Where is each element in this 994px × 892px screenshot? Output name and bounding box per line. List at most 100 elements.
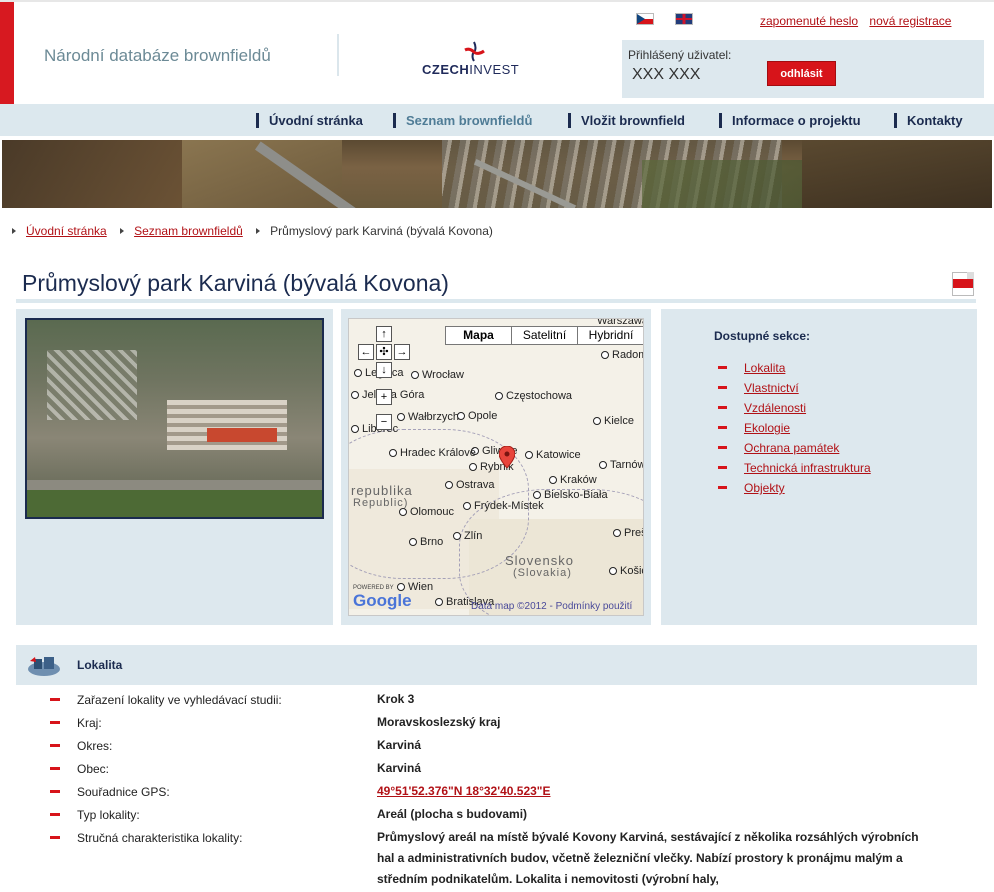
pan-center-icon[interactable]: ✣ [376,344,392,360]
nav-item-add-brownfield[interactable]: Vložit brownfield [568,113,685,128]
map-city: Hradec Králové [389,447,476,459]
czechinvest-logo[interactable]: CZECHINVEST [422,40,532,80]
pdf-export-icon[interactable] [952,272,974,296]
detail-label: Souřadnice GPS: [77,785,170,799]
row-bullet [50,767,60,770]
logged-user-name: XXX XXX [632,66,701,83]
map-city: Ostrava [445,479,495,491]
language-switcher [636,13,711,27]
pan-down-icon[interactable]: ↓ [376,362,392,378]
breadcrumb-current: Průmyslový park Karviná (bývalá Kovona) [254,224,493,238]
section-item: Vzdálenosti [718,400,871,420]
map-type-switcher: Mapa Satelitní Hybridní [445,326,643,345]
map-type-map[interactable]: Mapa [446,327,512,344]
map-city: Frýdek-Místek [463,500,544,512]
site-aerial-photo[interactable] [25,318,324,519]
forgot-password-link[interactable]: zapomenuté heslo [760,14,858,28]
section-item: Lokalita [718,360,871,380]
detail-value: Moravskoslezský kraj [377,715,501,729]
main-nav: Úvodní stránka Seznam brownfieldů Vložit… [0,104,994,136]
english-flag-icon[interactable] [675,13,694,25]
available-sections-panel: Dostupné sekce: Lokalita Vlastnictví Vzd… [661,309,977,625]
map-terms-link[interactable]: Data map ©2012 - Podmínky použití [471,601,632,612]
breadcrumb-item: Úvodní stránka [10,224,107,238]
pan-right-icon[interactable]: → [394,344,410,360]
detail-value: Karviná [377,738,422,752]
czech-flag-icon[interactable] [636,13,654,25]
row-bullet [50,813,60,816]
header-banner-image [2,140,992,208]
zoom-in-icon[interactable]: + [376,389,392,405]
map-country-label: republika [351,483,413,498]
detail-label: Obec: [77,762,110,776]
lokalita-section-title: Lokalita [77,658,123,672]
section-link-ochrana-pamatek[interactable]: Ochrana památek [744,441,839,455]
nav-item-contacts[interactable]: Kontakty [894,113,963,128]
map-city: Bielsko-Biała [533,489,608,501]
breadcrumb-link-home[interactable]: Úvodní stránka [26,224,107,238]
nav-item-home[interactable]: Úvodní stránka [256,113,363,128]
brand-stripe [0,2,14,106]
map-city: Prešov [613,527,643,539]
detail-value: 49°51'52.376"N 18°32'40.523"E [377,781,927,802]
map-city: Zlín [453,530,482,542]
sections-list: Lokalita Vlastnictví Vzdálenosti Ekologi… [718,360,871,500]
map-city: Częstochowa [495,390,572,402]
map-type-hybrid[interactable]: Hybridní [578,327,643,344]
row-bullet [50,790,60,793]
section-link-vlastnictvi[interactable]: Vlastnictví [744,381,799,395]
pan-up-icon[interactable]: ↑ [376,326,392,342]
gps-coordinates-link[interactable]: 49°51'52.376"N 18°32'40.523"E [377,784,550,798]
map-city: Kielce [593,415,634,427]
section-link-technicka-infrastruktura[interactable]: Technická infrastruktura [744,461,871,475]
logo-text-normal: INVEST [469,62,520,77]
map-city: Tarnów [599,459,643,471]
location-map[interactable]: Warszawa Legnica Wrocław Częstochowa Rad… [348,318,644,616]
map-panel: Warszawa Legnica Wrocław Częstochowa Rad… [341,309,651,625]
breadcrumb-link-list[interactable]: Seznam brownfieldů [134,224,243,238]
section-link-objekty[interactable]: Objekty [744,481,785,495]
detail-label: Stručná charakteristika lokality: [77,831,243,845]
detail-value: Karviná [377,761,422,775]
section-link-ekologie[interactable]: Ekologie [744,421,790,435]
logo-text: CZECHINVEST [422,62,519,77]
row-bullet [50,744,60,747]
row-bullet [50,721,60,724]
new-registration-link[interactable]: nová registrace [869,14,951,28]
section-item: Technická infrastruktura [718,460,871,480]
header: Národní databáze brownfieldů CZECHINVEST… [0,0,994,106]
czechinvest-mark-icon [464,41,485,62]
sections-title: Dostupné sekce: [714,329,811,343]
map-city: Košice [609,565,643,577]
section-link-vzdalenosti[interactable]: Vzdálenosti [744,401,806,415]
section-item: Ekologie [718,420,871,440]
map-city: Wałbrzych [397,411,459,423]
map-type-satellite[interactable]: Satelitní [512,327,578,344]
section-item: Vlastnictví [718,380,871,400]
site-title: Národní databáze brownfieldů [44,46,271,65]
account-links: zapomenuté heslo nová registrace [760,14,959,28]
logged-user-label: Přihlášený uživatel: [628,48,732,62]
breadcrumb: Úvodní stránka Seznam brownfieldů Průmys… [10,224,501,238]
lokalita-section-header: Lokalita [16,645,977,685]
google-logo[interactable]: Google [353,591,412,611]
photo-panel [16,309,333,625]
map-marker-icon[interactable] [499,446,515,468]
section-item: Ochrana památek [718,440,871,460]
detail-label: Kraj: [77,716,102,730]
map-city: Wrocław [411,369,464,381]
pan-left-icon[interactable]: ← [358,344,374,360]
logout-button[interactable]: odhlásit [767,61,836,86]
detail-label: Typ lokality: [77,808,140,822]
nav-item-project-info[interactable]: Informace o projektu [719,113,861,128]
map-city: Katowice [525,449,581,461]
row-bullet [50,698,60,701]
login-box: Přihlášený uživatel: XXX XXX odhlásit [622,40,984,98]
header-divider [337,34,339,76]
section-link-lokalita[interactable]: Lokalita [744,361,785,375]
row-bullet [50,836,60,839]
map-city: Brno [409,536,443,548]
map-country-label: Republic) [353,497,409,509]
nav-item-brownfield-list[interactable]: Seznam brownfieldů [393,113,532,128]
zoom-out-icon[interactable]: − [376,414,392,430]
